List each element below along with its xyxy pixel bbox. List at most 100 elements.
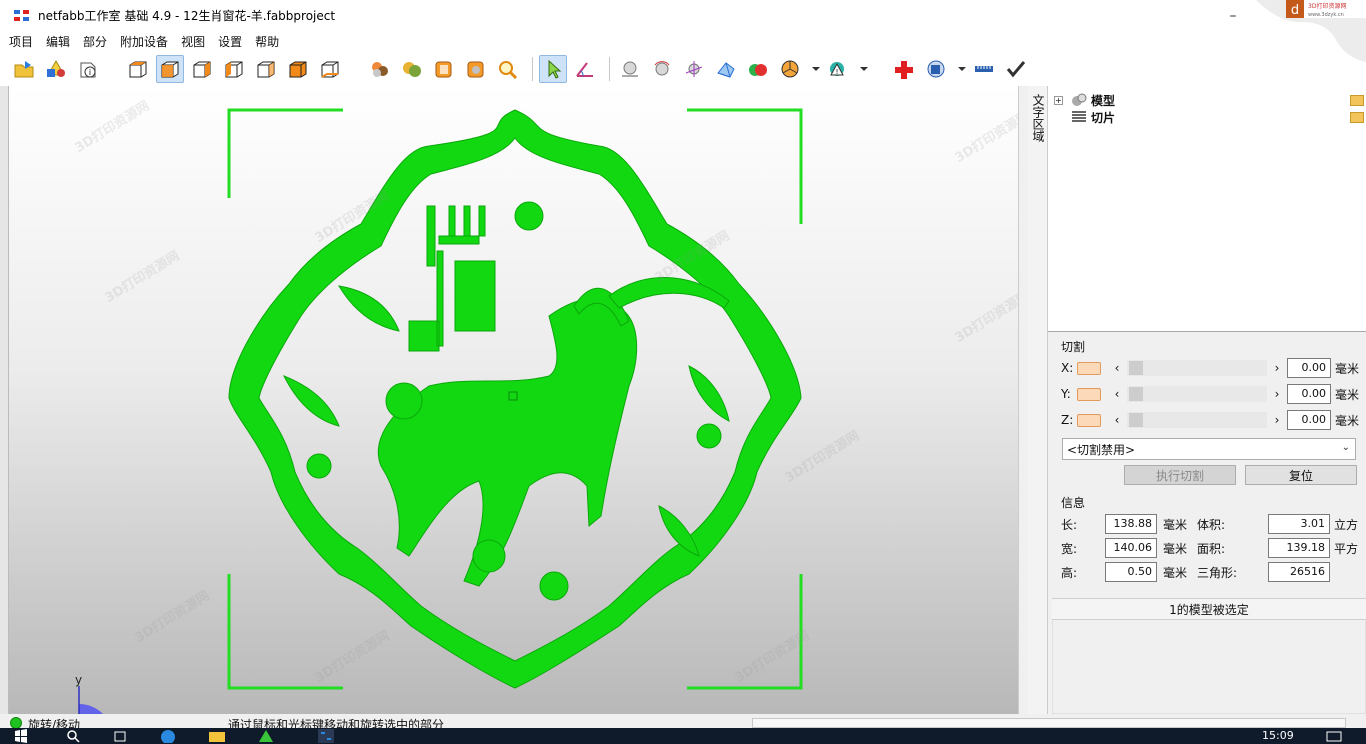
shade-points-icon[interactable] bbox=[366, 55, 394, 83]
mesh-edit-icon[interactable] bbox=[712, 55, 740, 83]
checkmark-icon[interactable] bbox=[1002, 55, 1030, 83]
move-part-icon[interactable] bbox=[616, 55, 644, 83]
chevron-right-icon[interactable]: › bbox=[1271, 387, 1283, 401]
shade-triangles-icon[interactable] bbox=[398, 55, 426, 83]
selection-status: 1的模型被选定 bbox=[1052, 598, 1366, 620]
rotate-part-icon[interactable] bbox=[648, 55, 676, 83]
menu-project[interactable]: 项目 bbox=[9, 33, 33, 50]
height-value: 0.50 bbox=[1105, 562, 1157, 582]
cut-x-slider[interactable] bbox=[1127, 360, 1267, 376]
part-info-icon[interactable]: i bbox=[74, 55, 102, 83]
project-tree: + 模型 切片 bbox=[1048, 86, 1366, 332]
color-wheel-icon[interactable] bbox=[776, 55, 804, 83]
folder-icon[interactable] bbox=[1350, 112, 1364, 123]
cut-x-label: X: bbox=[1061, 361, 1074, 375]
analysis-icon[interactable] bbox=[922, 55, 950, 83]
select-cursor-icon[interactable] bbox=[539, 55, 567, 83]
netfabb-taskbar-icon[interactable] bbox=[318, 729, 334, 743]
svg-text:d: d bbox=[1291, 3, 1299, 18]
measure-angle-icon[interactable] bbox=[571, 55, 599, 83]
expand-toggle[interactable]: + bbox=[1054, 95, 1063, 105]
repair-cross-icon[interactable] bbox=[890, 55, 918, 83]
view-right-icon[interactable] bbox=[252, 55, 280, 83]
minimize-button[interactable]: – bbox=[1210, 0, 1256, 31]
view-perspective-icon[interactable] bbox=[124, 55, 152, 83]
view-bottom-icon[interactable] bbox=[316, 55, 344, 83]
window-controls: – bbox=[1210, 0, 1256, 31]
volume-value: 3.01 bbox=[1268, 514, 1330, 534]
tree-item-slices[interactable]: 切片 bbox=[1054, 109, 1115, 125]
empty-panel-area bbox=[1052, 620, 1366, 714]
axis-triad: y x z bbox=[75, 676, 103, 714]
cut-y-input[interactable]: 0.00 bbox=[1287, 384, 1331, 404]
scale-part-icon[interactable] bbox=[680, 55, 708, 83]
zoom-icon[interactable] bbox=[494, 55, 522, 83]
menu-view[interactable]: 视图 bbox=[181, 33, 205, 50]
cut-z-row: Z: ‹ › 0.00 毫米 bbox=[1061, 410, 1361, 430]
info-row-width: 宽: 140.06 毫米 面积: 139.18 平方 bbox=[1061, 537, 1358, 559]
folder-icon[interactable] bbox=[1350, 95, 1364, 106]
execute-cut-button[interactable]: 执行切割 bbox=[1124, 465, 1236, 485]
file-explorer-icon[interactable] bbox=[208, 729, 226, 743]
slider-thumb[interactable] bbox=[1129, 387, 1143, 401]
panel-splitter[interactable] bbox=[1018, 86, 1028, 714]
chevron-left-icon[interactable]: ‹ bbox=[1111, 361, 1123, 375]
menu-part[interactable]: 部分 bbox=[83, 33, 107, 50]
unit-label: 毫米 bbox=[1163, 541, 1188, 556]
cut-z-input[interactable]: 0.00 bbox=[1287, 410, 1331, 430]
view-back-icon[interactable] bbox=[188, 55, 216, 83]
os-taskbar bbox=[0, 728, 1366, 744]
cut-mode-select[interactable]: <切割禁用> ⌄ bbox=[1062, 438, 1356, 460]
slider-thumb[interactable] bbox=[1129, 413, 1143, 427]
cut-section-title: 切割 bbox=[1061, 340, 1086, 354]
task-view-icon[interactable] bbox=[114, 729, 128, 743]
chevron-right-icon[interactable]: › bbox=[1271, 413, 1283, 427]
menu-edit[interactable]: 编辑 bbox=[46, 33, 70, 50]
side-tab[interactable]: 文字区域 bbox=[1028, 86, 1048, 714]
chevron-down-icon[interactable] bbox=[954, 55, 970, 83]
width-value: 140.06 bbox=[1105, 538, 1157, 558]
add-part-icon[interactable] bbox=[42, 55, 70, 83]
search-icon[interactable] bbox=[66, 729, 80, 743]
cut-z-toggle[interactable] bbox=[1077, 413, 1101, 427]
chevron-left-icon[interactable]: ‹ bbox=[1111, 413, 1123, 427]
chevron-down-icon[interactable] bbox=[856, 55, 872, 83]
chevron-right-icon[interactable]: › bbox=[1271, 361, 1283, 375]
open-project-icon[interactable] bbox=[10, 55, 38, 83]
ruler-icon[interactable] bbox=[970, 55, 998, 83]
cut-y-slider[interactable] bbox=[1127, 386, 1267, 402]
keyboard-icon[interactable] bbox=[1326, 729, 1342, 743]
chevron-down-icon[interactable] bbox=[808, 55, 824, 83]
cut-x-input[interactable]: 0.00 bbox=[1287, 358, 1331, 378]
reset-button[interactable]: 复位 bbox=[1245, 465, 1357, 485]
windows-start-icon[interactable] bbox=[14, 729, 28, 743]
tree-item-model[interactable]: + 模型 bbox=[1054, 92, 1115, 108]
taskbar-clock[interactable]: 15:09 bbox=[1262, 729, 1294, 742]
app-icon[interactable] bbox=[258, 729, 274, 743]
boolean-icon[interactable] bbox=[744, 55, 772, 83]
cut-x-toggle[interactable] bbox=[1077, 361, 1101, 375]
cut-z-slider[interactable] bbox=[1127, 412, 1267, 428]
main-toolbar: i ! bbox=[0, 52, 1366, 86]
chevron-left-icon[interactable]: ‹ bbox=[1111, 387, 1123, 401]
slider-thumb[interactable] bbox=[1129, 361, 1143, 375]
menu-help[interactable]: 帮助 bbox=[255, 33, 279, 50]
model-group-icon bbox=[1072, 93, 1087, 106]
shade-solid-icon[interactable] bbox=[462, 55, 490, 83]
3d-viewport[interactable]: 3D打印资源网 3D打印资源网 3D打印资源网 3D打印资源网 3D打印资源网 … bbox=[8, 86, 1018, 714]
view-left-icon[interactable] bbox=[220, 55, 248, 83]
unit-label: 毫米 bbox=[1163, 517, 1188, 532]
slices-icon bbox=[1072, 111, 1086, 122]
info-row-length: 长: 138.88 毫米 体积: 3.01 立方 bbox=[1061, 513, 1358, 535]
cut-y-toggle[interactable] bbox=[1077, 387, 1101, 401]
info-row-height: 高: 0.50 毫米 三角形: 26516 bbox=[1061, 561, 1334, 583]
view-front-icon[interactable] bbox=[156, 55, 184, 83]
cut-y-row: Y: ‹ › 0.00 毫米 bbox=[1061, 384, 1361, 404]
view-top-icon[interactable] bbox=[284, 55, 312, 83]
repair-warning-icon[interactable]: ! bbox=[824, 55, 852, 83]
browser-icon[interactable] bbox=[160, 729, 176, 743]
menu-extras[interactable]: 附加设备 bbox=[120, 33, 168, 50]
svg-text:3D打印资源网: 3D打印资源网 bbox=[1308, 2, 1346, 10]
shade-box-icon[interactable] bbox=[430, 55, 458, 83]
menu-settings[interactable]: 设置 bbox=[218, 33, 242, 50]
